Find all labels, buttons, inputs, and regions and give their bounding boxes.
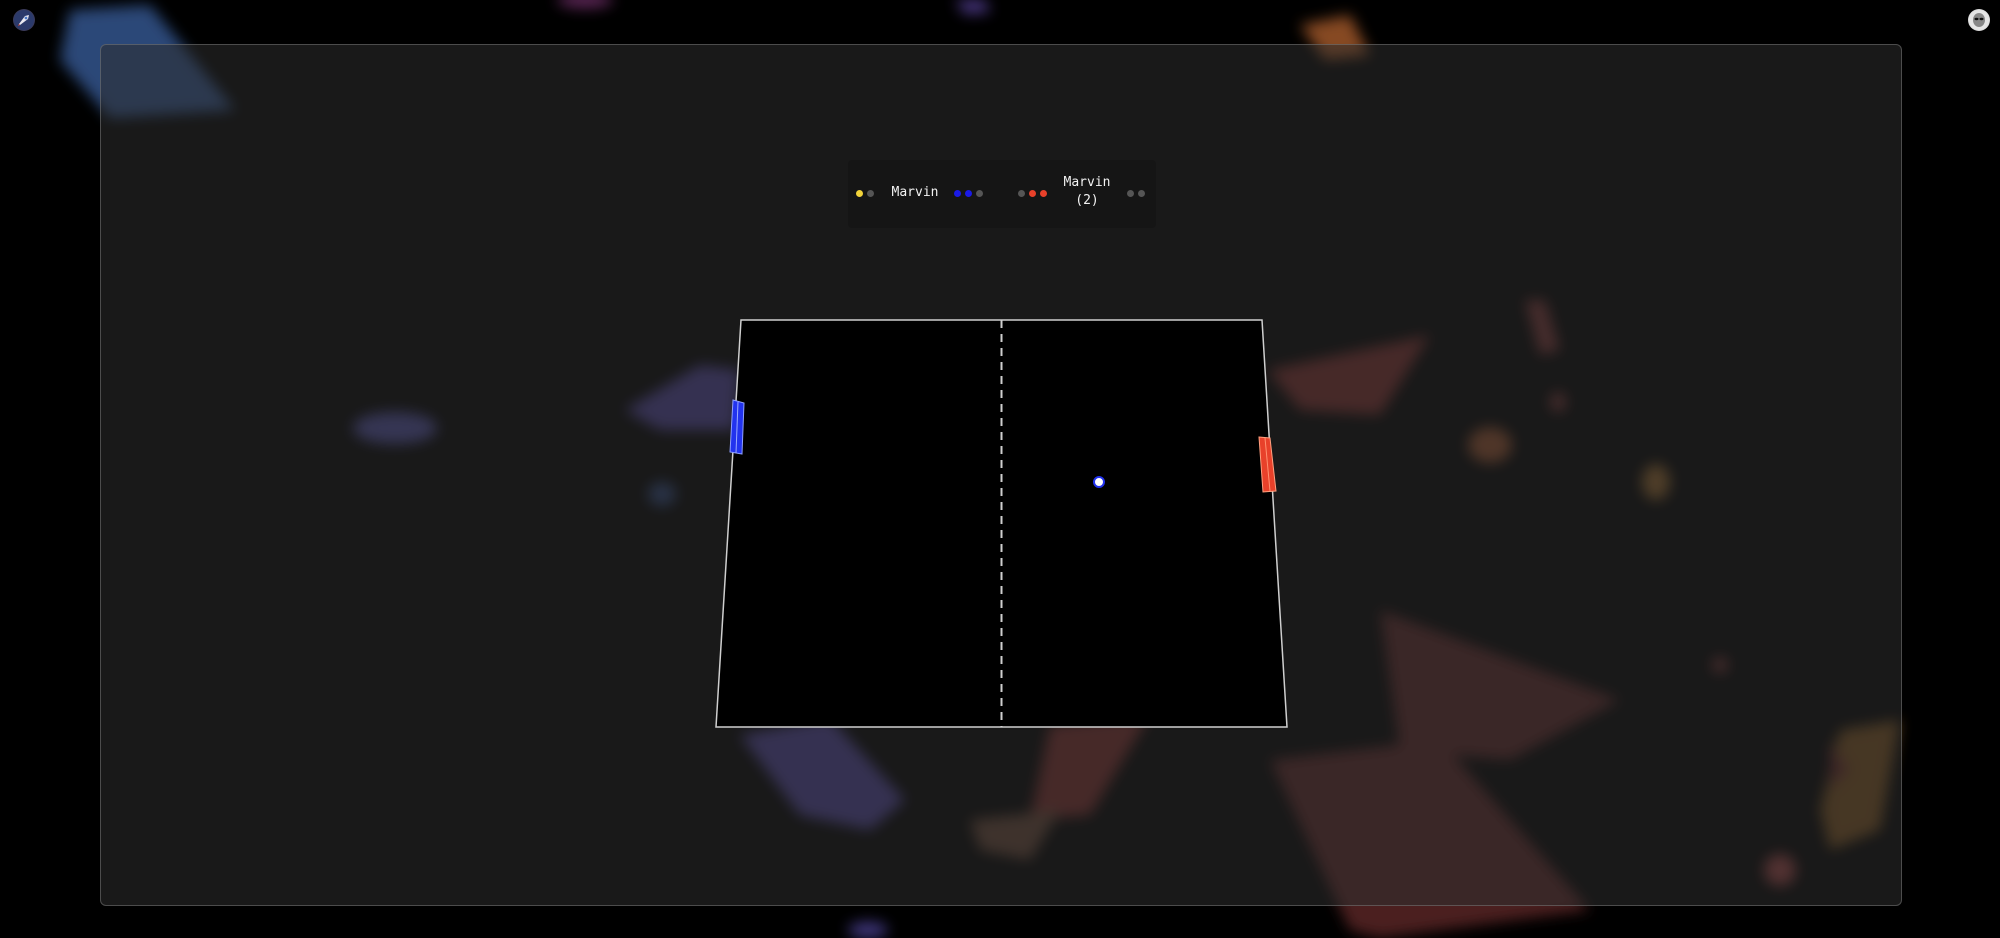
ball: [1093, 476, 1105, 488]
game-stage: Marvin Marvin (2): [0, 0, 2000, 938]
pong-court: [715, 319, 1288, 728]
left-paddle: [729, 399, 745, 455]
